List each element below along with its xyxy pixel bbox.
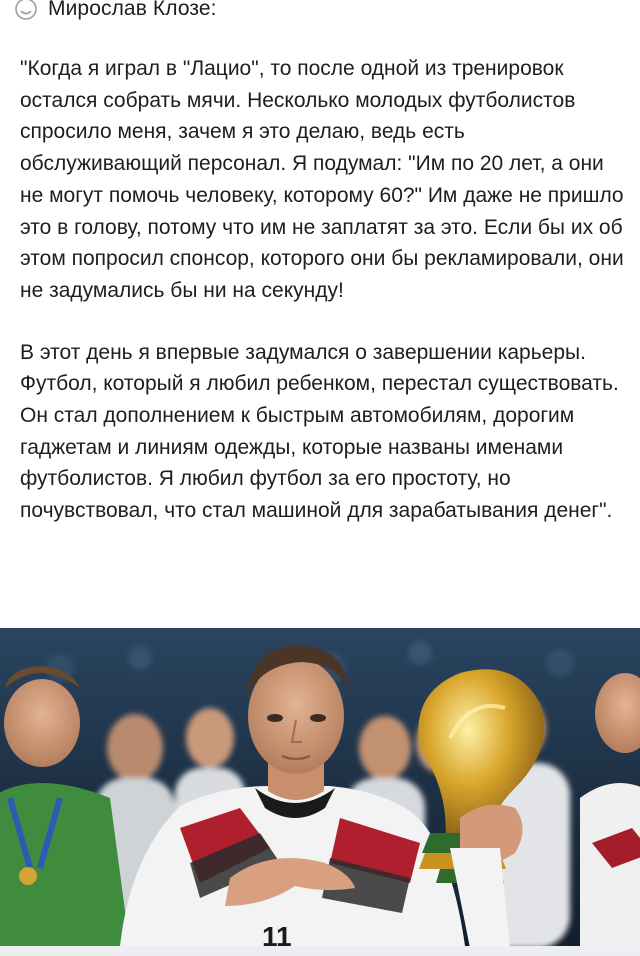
- post-photo[interactable]: 11: [0, 628, 640, 946]
- emoji-icon: [15, 0, 37, 20]
- post-header: Мирослав Клозе:: [14, 0, 217, 24]
- post-text: "Когда я играл в "Лацио", то после одной…: [20, 53, 624, 527]
- photo-illustration: 11: [0, 628, 640, 946]
- post-paragraph-1: "Когда я играл в "Лацио", то после одной…: [20, 57, 624, 302]
- author-name[interactable]: Мирослав Клозе:: [48, 0, 217, 21]
- post-paragraph-2: В этот день я впервые задумался о заверш…: [20, 340, 619, 523]
- bottom-bar: [0, 946, 640, 956]
- jersey-number: 11: [262, 921, 292, 946]
